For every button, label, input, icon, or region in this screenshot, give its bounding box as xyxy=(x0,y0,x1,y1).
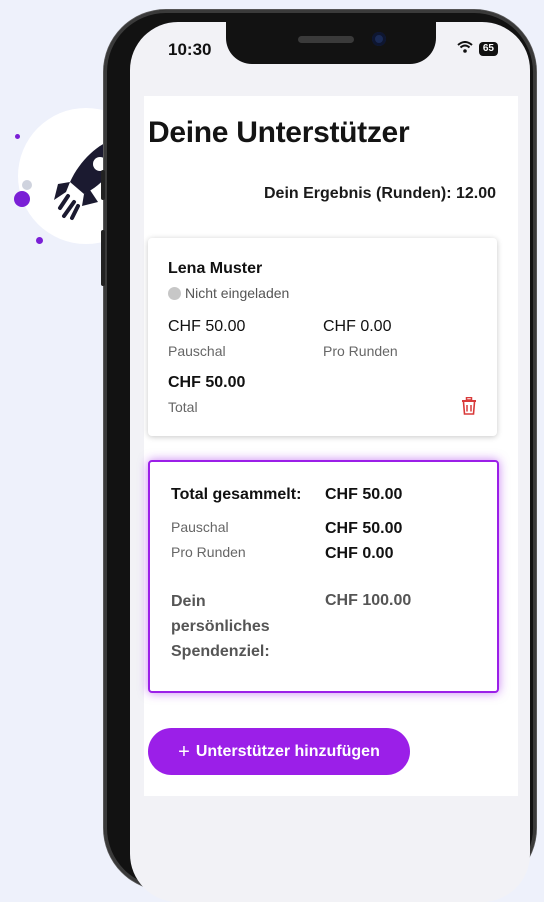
goal-value: CHF 100.00 xyxy=(325,592,412,609)
supporter-card[interactable]: Lena Muster Nicht eingeladen CHF 50.00 P… xyxy=(148,238,497,436)
status-dot-icon xyxy=(168,286,181,300)
camera xyxy=(372,32,386,46)
page-title: Deine Unterstützer xyxy=(148,116,410,149)
summary-per-round-label: Pro Runden xyxy=(171,544,246,560)
notch xyxy=(226,22,436,64)
battery-icon: 65 xyxy=(478,41,498,56)
flat-label: Pauschal xyxy=(168,343,226,359)
supporter-name: Lena Muster xyxy=(168,260,263,277)
decor-dot xyxy=(22,180,32,190)
phone-side-button xyxy=(101,230,105,286)
plus-icon: + xyxy=(178,740,190,763)
supporter-status-text: Nicht eingeladen xyxy=(185,285,290,301)
speaker xyxy=(298,36,354,43)
total-amount: CHF 50.00 xyxy=(168,374,246,391)
wifi-icon xyxy=(457,40,473,57)
phone-side-button xyxy=(101,170,105,200)
trash-icon[interactable] xyxy=(461,397,477,415)
summary-per-round-value: CHF 0.00 xyxy=(325,545,394,562)
summary-total-label: Total gesammelt: xyxy=(171,486,302,503)
per-round-amount: CHF 0.00 xyxy=(323,318,392,335)
supporter-status: Nicht eingeladen xyxy=(168,285,289,301)
decor-dot xyxy=(36,237,43,244)
add-supporter-button[interactable]: + Unterstützer hinzufügen xyxy=(148,728,410,775)
summary-flat-label: Pauschal xyxy=(171,519,229,535)
summary-total-value: CHF 50.00 xyxy=(325,486,403,503)
summary-card: Total gesammelt: CHF 50.00 Pauschal CHF … xyxy=(148,460,499,693)
decor-dot xyxy=(14,191,30,207)
status-icons: 65 xyxy=(457,40,498,57)
status-time: 10:30 xyxy=(168,40,212,59)
add-supporter-label: Unterstützer hinzufügen xyxy=(195,742,380,760)
goal-label: Dein persönliches Spendenziel: xyxy=(171,593,270,660)
decor-dot xyxy=(15,134,20,139)
summary-flat-value: CHF 50.00 xyxy=(325,520,403,537)
result-label: Dein Ergebnis (Runden): 12.00 xyxy=(264,185,497,202)
total-label: Total xyxy=(168,399,198,415)
flat-amount: CHF 50.00 xyxy=(168,318,246,335)
per-round-label: Pro Runden xyxy=(323,343,398,359)
